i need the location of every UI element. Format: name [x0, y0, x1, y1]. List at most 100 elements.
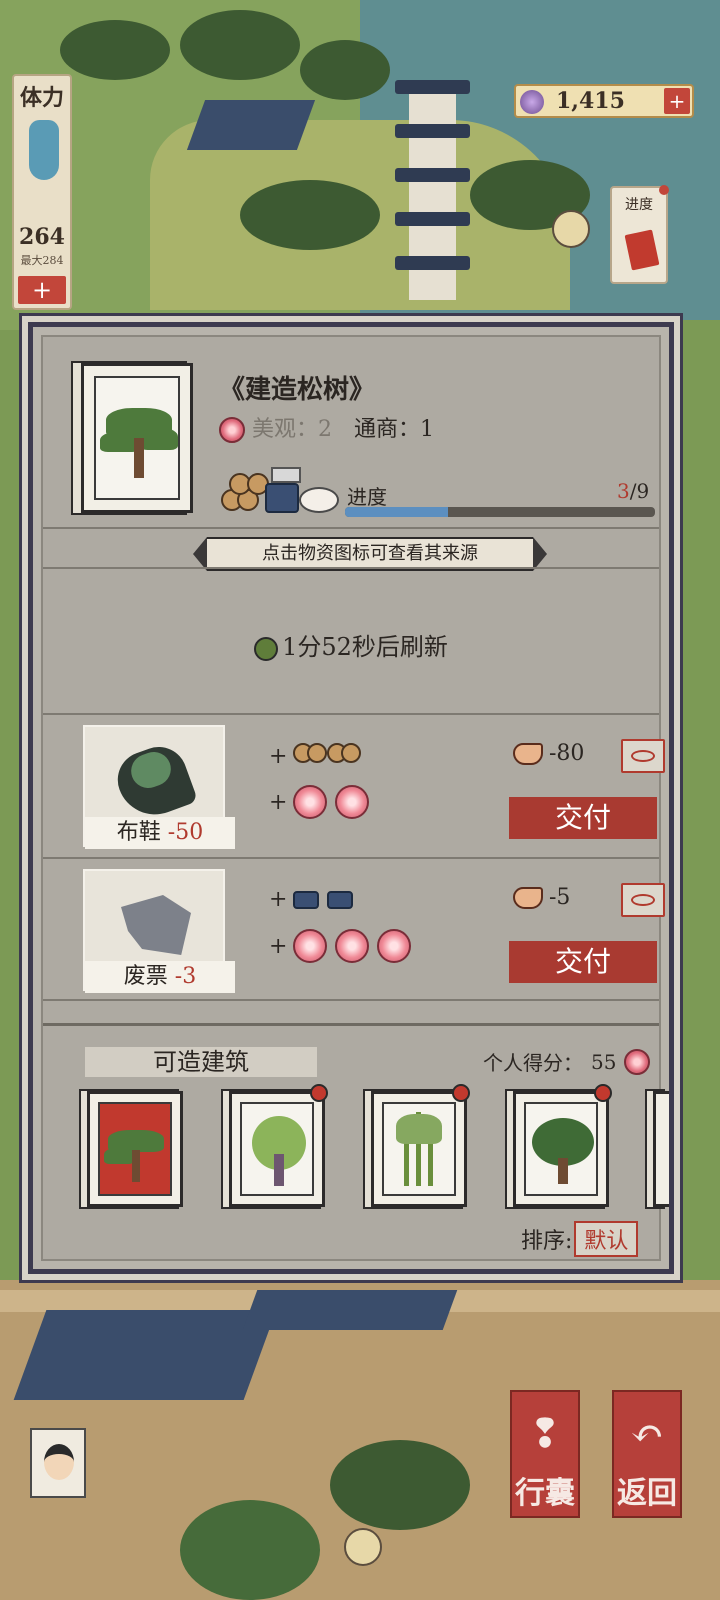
map-house-roof [186, 100, 316, 150]
partial-card[interactable] [653, 1091, 669, 1207]
eye-icon [631, 750, 655, 762]
back-arrow-icon: ↶ [630, 1411, 664, 1457]
stamina-widget[interactable]: 体力 264 最大284 + [12, 74, 72, 310]
map-house-roof [13, 1310, 277, 1400]
camphor-card[interactable] [513, 1084, 612, 1207]
view-button[interactable] [621, 883, 665, 917]
building-stats: 美观：2 通商：1 [219, 411, 434, 443]
req-prefix: + [269, 933, 288, 959]
flower-icon [219, 417, 245, 443]
flower-icon[interactable] [335, 929, 370, 963]
add-stamina-button[interactable]: + [18, 276, 66, 304]
progress-bar-fill [345, 507, 449, 517]
willow-card[interactable] [229, 1084, 328, 1207]
item-amount: -50 [167, 820, 204, 845]
sort-label: 排序: [521, 1229, 573, 1254]
speech-bubble-icon[interactable] [344, 1528, 382, 1566]
flower-icon[interactable] [293, 785, 328, 819]
sort-dropdown[interactable]: 默认 [574, 1221, 639, 1257]
refresh-timer: 1分52秒后刷新 [43, 627, 659, 662]
progress-bar [345, 507, 655, 517]
flower-icon[interactable] [377, 929, 412, 963]
log-icon[interactable] [293, 743, 328, 769]
requirement-row: + [269, 785, 371, 819]
notification-dot [659, 185, 669, 195]
order-item-thumb[interactable]: 布鞋 -50 [83, 725, 235, 849]
item-name: 废票 [123, 964, 168, 989]
order-row: 布鞋 -50 + + -80 交付 [73, 725, 665, 849]
bag-button[interactable]: ❢ 行囊 [510, 1390, 580, 1518]
item-name: 布鞋 [116, 820, 161, 845]
progress-entry-button[interactable]: 进度 [610, 185, 669, 284]
cloth-icon[interactable] [293, 890, 320, 909]
req-prefix: + [269, 887, 288, 912]
progress-entry-label: 进度 [625, 197, 653, 213]
pagoda [395, 20, 470, 310]
ticket-illustration [121, 895, 191, 955]
score-label: 个人得分： [483, 1051, 583, 1075]
requirement-row: + [269, 887, 355, 912]
stamina-max: 最大284 [20, 254, 64, 267]
requirement-row: + [269, 743, 362, 769]
beauty-value: 2 [318, 417, 333, 442]
progress-total: /9 [629, 479, 650, 503]
materials-pile-icon [221, 465, 341, 517]
map-tree [180, 10, 300, 80]
shoe-cost: -5 [513, 885, 570, 910]
stamina-value: 264 [19, 224, 65, 250]
banner-left-cap [193, 537, 207, 571]
pine-tree-illustration [98, 1102, 172, 1196]
buildable-tab[interactable]: 可造建筑 [85, 1047, 317, 1077]
deliver-button[interactable]: 交付 [509, 797, 657, 839]
banner-right-cap [533, 537, 547, 571]
timer-icon [254, 636, 279, 661]
pine-card[interactable] [87, 1091, 183, 1207]
view-button[interactable] [621, 739, 665, 773]
back-button[interactable]: ↶ 返回 [612, 1390, 682, 1518]
requirement-row: + [269, 929, 413, 963]
camphor-tree-illustration [524, 1102, 598, 1196]
notification-dot [310, 1084, 328, 1102]
log-icon[interactable] [327, 743, 362, 769]
add-currency-button[interactable]: + [664, 88, 690, 114]
beauty-label: 美观： [252, 417, 319, 442]
sort-control: 排序: 默认 [521, 1221, 639, 1257]
notification-dot [594, 1084, 612, 1102]
deliver-button[interactable]: 交付 [509, 941, 657, 983]
shoe-cost: -80 [513, 741, 584, 766]
map-tree [300, 40, 390, 100]
bag-icon: ❢ [528, 1411, 562, 1457]
willow-tree-illustration [240, 1102, 314, 1196]
currency-amount: 1,415 [556, 88, 625, 114]
flower-icon[interactable] [293, 929, 328, 963]
divider [43, 857, 659, 859]
divider [43, 1023, 659, 1026]
flower-icon[interactable] [335, 785, 370, 819]
gem-icon [520, 90, 544, 114]
speech-bubble-icon[interactable] [552, 210, 590, 248]
req-prefix: + [269, 743, 288, 769]
map-tree [180, 1500, 320, 1600]
building-scroll-card [81, 363, 193, 513]
avatar[interactable] [30, 1428, 86, 1498]
eye-icon [631, 894, 655, 906]
order-item-name: 废票 -3 [85, 961, 235, 993]
divider [43, 713, 659, 715]
shoe-icon [513, 742, 543, 765]
back-label: 返回 [617, 1476, 677, 1511]
trade-stat: 通商：1 [354, 411, 434, 443]
bamboo-card[interactable] [371, 1084, 470, 1207]
req-prefix: + [269, 789, 288, 815]
red-book-icon [624, 229, 660, 271]
item-amount: -3 [174, 964, 197, 989]
score-value: 55 [591, 1049, 617, 1074]
cost-value: -5 [549, 885, 571, 910]
divider [43, 527, 659, 529]
divider [43, 567, 659, 569]
personal-score: 个人得分： 55 [483, 1047, 651, 1076]
order-item-thumb[interactable]: 废票 -3 [83, 869, 235, 993]
progress-count: 3/9 [617, 479, 649, 503]
map-tree [330, 1440, 470, 1530]
cloth-icon[interactable] [327, 890, 354, 909]
trade-value: 1 [420, 417, 435, 442]
